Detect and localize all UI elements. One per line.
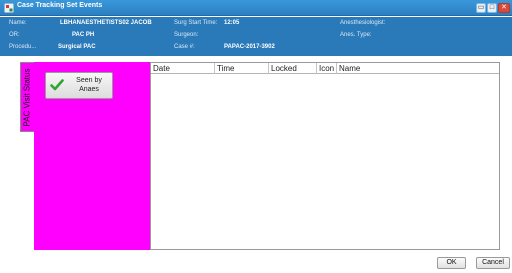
events-table: Date Time Locked Icon Name — [150, 62, 500, 250]
column-header-icon[interactable]: Icon — [317, 63, 337, 74]
name-value: LBHANAESTHETISTS02 JACOB — [60, 20, 152, 26]
tab-label-wrapper: PAC Visit Status — [20, 62, 34, 132]
table-header: Date Time Locked Icon Name — [151, 63, 499, 74]
minimize-button[interactable]: ▭ — [476, 3, 486, 13]
case-label: Case #: — [174, 44, 195, 50]
cancel-button[interactable]: Cancel — [476, 257, 510, 269]
or-value: PAC PH — [72, 32, 95, 38]
procedure-label: Procedu... — [9, 44, 37, 50]
column-header-locked[interactable]: Locked — [269, 63, 317, 74]
anesthesiologist-label: Anesthesiologist: — [340, 20, 386, 26]
procedure-value: Surgical PAC — [58, 44, 96, 50]
maximize-button[interactable]: □ — [487, 3, 497, 13]
tab-strip — [20, 132, 34, 250]
surg-start-value: 12:05 — [224, 20, 240, 26]
anes-type-label: Anes. Type: — [340, 32, 372, 38]
column-header-date[interactable]: Date — [151, 63, 215, 74]
column-header-name[interactable]: Name — [337, 63, 499, 74]
check-icon — [50, 79, 64, 91]
ok-button[interactable]: OK — [437, 257, 466, 269]
patient-header: Name: LBHANAESTHETISTS02 JACOB OR: PAC P… — [0, 17, 512, 56]
close-button[interactable]: ✕ — [498, 3, 510, 13]
surg-start-label: Surg Start Time: — [174, 20, 218, 26]
column-header-time[interactable]: Time — [215, 63, 269, 74]
name-label: Name: — [9, 20, 27, 26]
surgeon-label: Surgeon: — [174, 32, 199, 38]
tab-label: PAC Visit Status — [22, 68, 32, 126]
window-title: Case Tracking Set Events — [17, 2, 103, 9]
event-button-label: Seen by Anaes — [76, 77, 102, 93]
or-label: OR: — [9, 32, 20, 38]
title-bar: Case Tracking Set Events ▭ □ ✕ — [0, 0, 512, 16]
app-icon — [4, 3, 14, 13]
seen-by-anaes-button[interactable]: Seen by Anaes — [45, 72, 113, 99]
case-value: PAPAC-2017-3902 — [224, 44, 275, 50]
